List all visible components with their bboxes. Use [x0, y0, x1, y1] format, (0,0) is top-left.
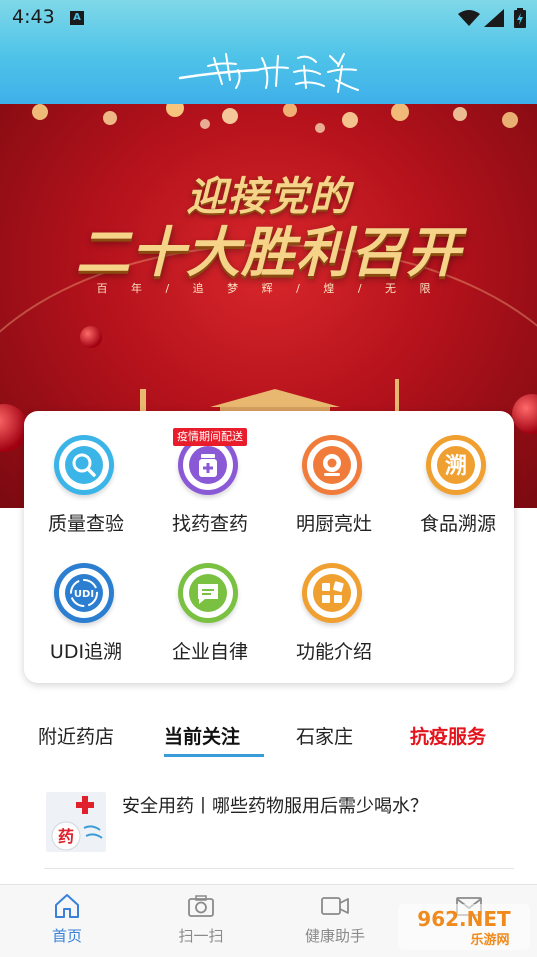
article-item[interactable]: 药 安全用药丨哪些药物服用后需少喝水？: [24, 784, 514, 868]
camera-icon: [188, 895, 214, 917]
nav-home[interactable]: 首页: [17, 893, 117, 946]
udi-glyph: UDI: [74, 589, 94, 600]
tile-self-discipline[interactable]: 企业自律: [148, 539, 272, 663]
trace-glyph: 溯: [445, 453, 467, 479]
sim-icon: A: [70, 11, 84, 25]
status-bar: 4:43 A: [0, 0, 537, 36]
trace-icon: 溯: [426, 435, 486, 495]
tile-udi-trace[interactable]: UDI UDI追溯: [24, 539, 148, 663]
function-grid-card: 质量查验 找药查药 疫情期间配送 明厨亮灶 溯 食品溯源 UDI UDI追溯 企…: [24, 411, 514, 683]
tab-epidemic-service[interactable]: 抗疫服务: [410, 722, 486, 749]
content-tabs: 附近药店 当前关注 石家庄 抗疫服务: [24, 716, 514, 764]
watermark-sub: 乐游网: [470, 932, 509, 948]
tab-nearby-pharmacy[interactable]: 附近药店: [38, 722, 114, 749]
tile-label: 食品溯源: [419, 513, 496, 535]
banner-balloon-left: [80, 326, 102, 348]
tile-label: 质量查验: [47, 513, 124, 535]
active-tab-indicator: [164, 754, 264, 757]
tile-label: 企业自律: [171, 641, 248, 663]
article-thumbnail: 药: [46, 792, 106, 852]
home-icon: [55, 894, 79, 918]
tile-open-kitchen[interactable]: 明厨亮灶: [272, 411, 396, 535]
camera-icon: [302, 435, 362, 495]
banner-title-line2: 二十大胜利召开: [76, 221, 461, 284]
grid-icon: [302, 563, 362, 623]
thumb-glyph: 药: [58, 827, 74, 846]
tile-label: 功能介绍: [295, 641, 372, 663]
tile-quality-check[interactable]: 质量查验: [24, 411, 148, 535]
search-icon: [54, 435, 114, 495]
tile-label: UDI追溯: [49, 641, 123, 663]
delivery-badge: 疫情期间配送: [173, 428, 247, 446]
tab-current-focus[interactable]: 当前关注: [164, 722, 240, 749]
nav-health-assistant[interactable]: 健康助手: [285, 893, 385, 946]
tab-shijiazhuang[interactable]: 石家庄: [296, 722, 353, 749]
logo-calligraphy: [178, 53, 359, 93]
nav-label: 健康助手: [304, 927, 365, 945]
tile-food-trace[interactable]: 溯 食品溯源: [396, 411, 520, 535]
nav-label: 首页: [51, 927, 82, 945]
tile-label: 明厨亮灶: [295, 513, 372, 535]
wifi-icon: [458, 10, 480, 26]
nav-scan[interactable]: 扫一扫: [151, 893, 251, 946]
video-icon: [321, 897, 349, 915]
nav-label: 扫一扫: [178, 927, 224, 945]
battery-icon: [514, 8, 526, 28]
article-divider: [44, 868, 514, 869]
article-title: 安全用药丨哪些药物服用后需少喝水？: [122, 796, 428, 817]
tile-label: 找药查药: [171, 513, 248, 535]
app-header: 4:43 A: [0, 0, 537, 104]
signal-icon: [484, 9, 504, 27]
watermark-main: 962.NET: [417, 907, 511, 931]
banner-subtitle: 百 年 / 追 梦 辉 / 煌 / 无 限: [96, 282, 441, 295]
udi-icon: UDI: [54, 563, 114, 623]
status-time: 4:43: [12, 6, 55, 28]
site-watermark: 962.NET 乐游网: [398, 904, 530, 950]
tile-feature-intro[interactable]: 功能介绍: [272, 539, 396, 663]
app-logo: [178, 44, 368, 98]
message-icon: [178, 563, 238, 623]
